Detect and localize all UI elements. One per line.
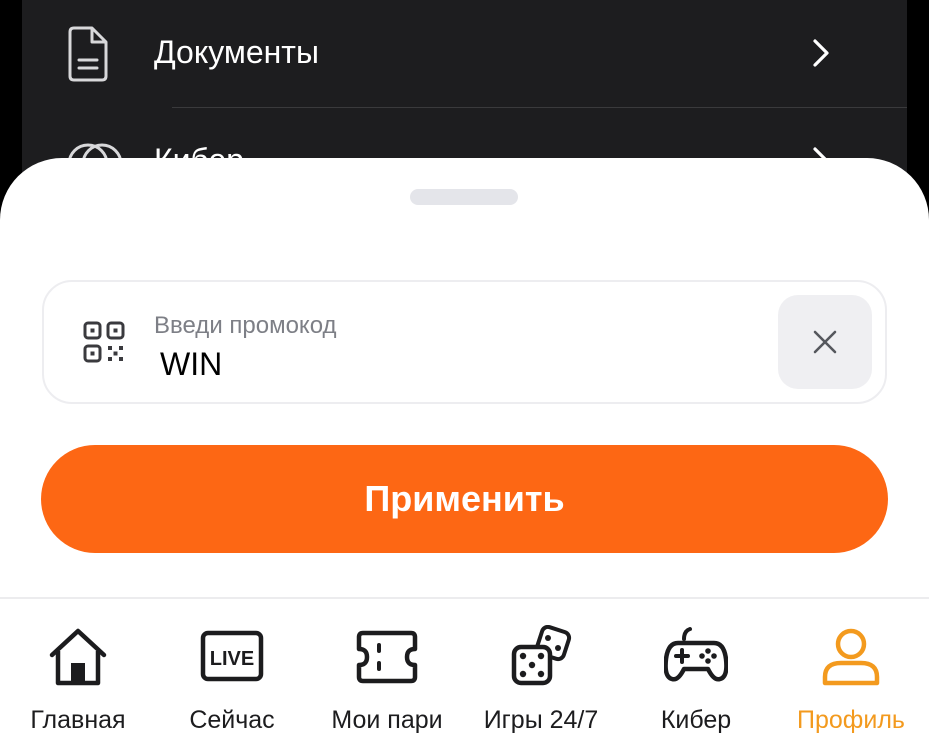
tab-games[interactable]: Игры 24/7 (463, 599, 619, 750)
tab-my-bets[interactable]: Мои пари (309, 599, 465, 750)
profile-icon (822, 628, 880, 686)
menu-item-documents[interactable]: Документы (22, 0, 907, 108)
ticket-icon (356, 630, 418, 684)
bottom-tab-bar: Главная LIVE Сейчас Мои пари Игры 24/7 К… (0, 597, 929, 750)
tab-label: Мои пари (331, 706, 443, 734)
tab-cyber[interactable]: Кибер (618, 599, 774, 750)
live-icon: LIVE (200, 630, 264, 682)
clear-input-button[interactable] (778, 295, 872, 389)
live-icon-text: LIVE (210, 648, 254, 670)
sheet-grabber[interactable] (410, 189, 518, 205)
promo-field-label: Введи промокод (154, 312, 337, 339)
menu-item-label: Документы (154, 34, 319, 70)
close-icon (813, 330, 837, 354)
tab-profile[interactable]: Профиль (773, 599, 929, 750)
promo-code-field[interactable]: Введи промокод (42, 280, 887, 404)
gamepad-icon (664, 627, 728, 682)
dice-icon (511, 625, 572, 686)
tab-label: Главная (30, 706, 126, 734)
document-icon (68, 26, 108, 82)
promo-code-input[interactable] (160, 346, 660, 383)
tab-label: Сейчас (189, 706, 275, 734)
tab-live[interactable]: LIVE Сейчас (154, 599, 310, 750)
qr-code-icon (83, 321, 125, 363)
apply-promo-button[interactable]: Применить (41, 445, 888, 553)
tab-label: Профиль (797, 706, 905, 734)
tab-home[interactable]: Главная (0, 599, 156, 750)
promo-bottom-sheet: Введи промокод Применить (0, 158, 929, 598)
tab-label: Игры 24/7 (483, 706, 599, 734)
home-icon (49, 628, 107, 686)
chevron-right-icon (813, 39, 829, 67)
tab-label: Кибер (660, 706, 732, 734)
